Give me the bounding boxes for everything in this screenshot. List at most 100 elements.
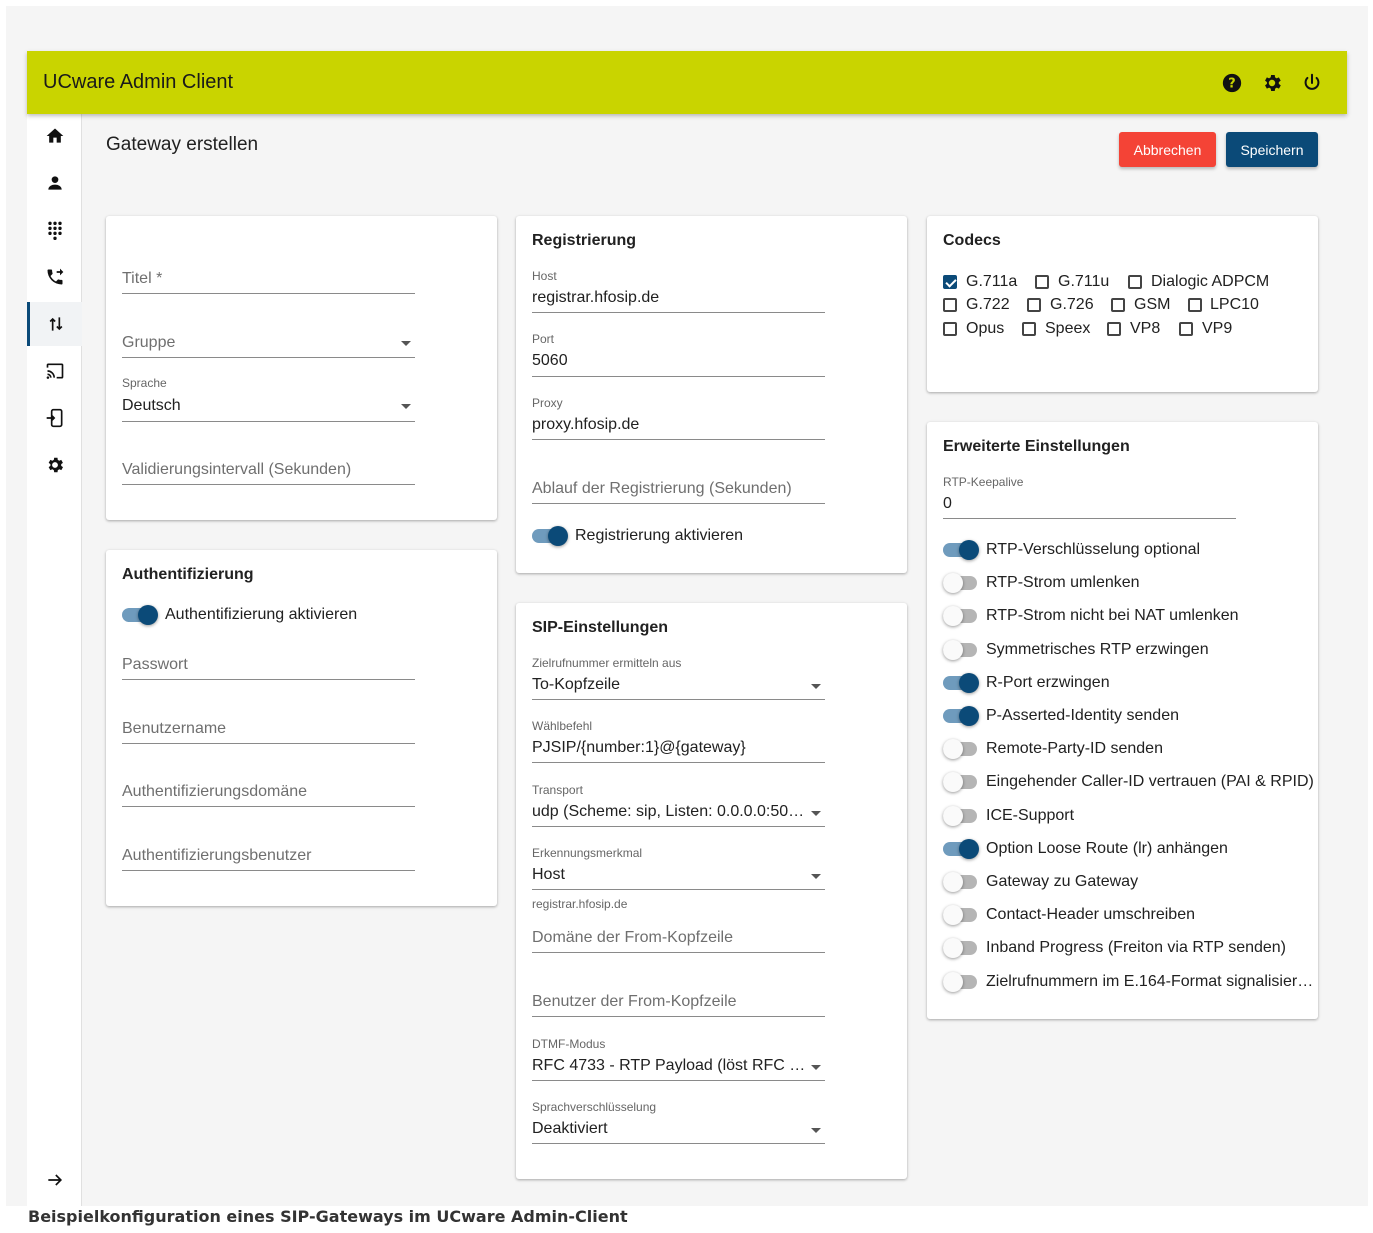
- codec-checkbox[interactable]: [943, 298, 957, 312]
- swap-arrows-icon: [49, 317, 63, 331]
- nav-expand-button[interactable]: [27, 1158, 82, 1202]
- advanced-toggle[interactable]: [943, 838, 979, 859]
- chevron-down-icon: [811, 1065, 821, 1070]
- advanced-toggle-label: Gateway zu Gateway: [986, 873, 1139, 890]
- target-number-select[interactable]: Zielrufnummer ermitteln aus To-Kopfzeile: [532, 656, 825, 700]
- nav-item-phone-forward[interactable]: [27, 255, 82, 299]
- registration-expiry-placeholder: Ablauf der Registrierung (Sekunden): [532, 480, 792, 497]
- codec-label: G.722: [966, 296, 1010, 313]
- codec-checkbox[interactable]: [943, 275, 957, 289]
- codec-checkbox[interactable]: [1179, 322, 1193, 336]
- port-input[interactable]: Port 5060: [532, 332, 825, 377]
- identification-hint: registrar.hfosip.de: [532, 897, 628, 911]
- registration-expiry-input[interactable]: Ablauf der Registrierung (Sekunden): [532, 475, 825, 504]
- device-login-icon: [46, 408, 63, 428]
- codec-checkbox[interactable]: [1027, 298, 1041, 312]
- username-input[interactable]: Benutzername: [122, 715, 415, 744]
- advanced-toggle-label: ICE-Support: [986, 806, 1075, 824]
- app-title: UCware Admin Client: [43, 71, 234, 93]
- save-button[interactable]: Speichern: [1226, 132, 1318, 167]
- advanced-toggle[interactable]: [943, 540, 979, 560]
- identification-select[interactable]: Erkennungsmerkmal Host: [532, 846, 825, 890]
- codec-label: G.711u: [1058, 273, 1110, 290]
- figure-caption: Beispielkonfiguration eines SIP-Gateways…: [28, 1207, 628, 1226]
- nav-item-settings[interactable]: [27, 443, 82, 487]
- from-domain-placeholder: Domäne der From-Kopfzeile: [532, 929, 733, 946]
- codecs-heading: Codecs: [943, 232, 1001, 249]
- language-value: Deutsch: [122, 397, 181, 414]
- codec-checkbox[interactable]: [943, 322, 957, 336]
- dial-command-input[interactable]: Wählbefehl PJSIP/{number:1}@{gateway}: [532, 719, 825, 763]
- advanced-toggle-label: RTP-Verschlüsselung optional: [986, 541, 1201, 558]
- dtmf-mode-select[interactable]: DTMF-Modus RFC 4733 - RTP Payload (löst …: [532, 1037, 825, 1081]
- nav-item-home[interactable]: [27, 114, 82, 158]
- rtp-keepalive-input[interactable]: RTP-Keepalive 0: [943, 475, 1236, 519]
- auth-user-input[interactable]: Authentifizierungsbenutzer: [122, 842, 415, 871]
- target-number-label: Zielrufnummer ermitteln aus: [532, 656, 682, 670]
- codec-checkbox[interactable]: [1188, 298, 1202, 312]
- auth-toggle-label: Authentifizierung aktivieren: [165, 606, 358, 623]
- identification-label: Erkennungsmerkmal: [532, 846, 643, 860]
- gear-icon[interactable]: [1261, 72, 1283, 94]
- dialpad-icon: [47, 221, 62, 240]
- advanced-toggle[interactable]: [943, 573, 979, 594]
- validation-interval-input[interactable]: Validierungsintervall (Sekunden): [122, 457, 415, 485]
- advanced-toggle[interactable]: [943, 772, 979, 793]
- codec-label: Dialogic ADPCM: [1151, 273, 1270, 290]
- password-input[interactable]: Passwort: [122, 651, 415, 680]
- codec-checkbox[interactable]: [1035, 275, 1049, 289]
- advanced-toggle[interactable]: [943, 739, 979, 760]
- title-input[interactable]: Titel *: [122, 266, 415, 294]
- advanced-toggle-label: Eingehender Caller-ID vertrauen (PAI & R…: [986, 773, 1314, 791]
- codec-checkbox[interactable]: [1111, 298, 1125, 312]
- codec-label: VP8: [1130, 320, 1161, 337]
- help-icon[interactable]: ?: [1221, 72, 1243, 94]
- language-select[interactable]: Sprache Deutsch: [122, 376, 415, 422]
- host-value: registrar.hfosip.de: [532, 289, 660, 306]
- registration-toggle[interactable]: [532, 526, 568, 546]
- advanced-toggle[interactable]: [943, 672, 979, 693]
- from-user-input[interactable]: Benutzer der From-Kopfzeile: [532, 988, 825, 1017]
- auth-domain-placeholder: Authentifizierungsdomäne: [122, 783, 308, 800]
- advanced-toggle[interactable]: [943, 905, 979, 926]
- power-icon[interactable]: [1301, 72, 1323, 94]
- nav-item-cast[interactable]: [27, 349, 82, 393]
- advanced-toggle[interactable]: [943, 938, 979, 959]
- advanced-toggle[interactable]: [943, 639, 979, 660]
- codec-label: Opus: [966, 320, 1005, 337]
- auth-domain-input[interactable]: Authentifizierungsdomäne: [122, 778, 415, 807]
- advanced-toggle[interactable]: [943, 971, 979, 992]
- nav-item-gateways[interactable]: [27, 302, 82, 346]
- nav-item-dialpad[interactable]: [27, 208, 82, 252]
- svg-text:?: ?: [1228, 76, 1235, 91]
- auth-card: Authentifizierung Authentifizierung akti…: [106, 550, 497, 906]
- codec-checkbox[interactable]: [1107, 322, 1121, 336]
- transport-select[interactable]: Transport udp (Scheme: sip, Listen: 0.0.…: [532, 783, 825, 827]
- advanced-toggle-label: Contact-Header umschreiben: [986, 906, 1195, 924]
- dial-command-label: Wählbefehl: [532, 719, 593, 733]
- advanced-toggle-label: Remote-Party-ID senden: [986, 740, 1163, 758]
- dtmf-mode-label: DTMF-Modus: [532, 1037, 606, 1051]
- home-icon: [46, 128, 63, 143]
- advanced-settings-card: Erweiterte Einstellungen RTP-Keepalive 0…: [927, 422, 1318, 1019]
- dial-command-value: PJSIP/{number:1}@{gateway}: [532, 739, 746, 756]
- auth-toggle[interactable]: [122, 605, 158, 625]
- arrow-right-icon: [47, 1174, 62, 1186]
- nav-item-users[interactable]: [27, 161, 82, 205]
- advanced-toggle[interactable]: [943, 805, 979, 826]
- proxy-input[interactable]: Proxy proxy.hfosip.de: [532, 396, 825, 440]
- cancel-button[interactable]: Abbrechen: [1119, 132, 1216, 167]
- codec-checkbox[interactable]: [1128, 275, 1142, 289]
- host-input[interactable]: Host registrar.hfosip.de: [532, 269, 825, 313]
- nav-item-provisioning[interactable]: [27, 396, 82, 440]
- codec-checkbox[interactable]: [1022, 322, 1036, 336]
- advanced-toggle[interactable]: [943, 706, 979, 726]
- port-label: Port: [532, 332, 555, 346]
- from-domain-input[interactable]: Domäne der From-Kopfzeile: [532, 924, 825, 953]
- voice-encryption-select[interactable]: Sprachverschlüsselung Deaktiviert: [532, 1100, 825, 1144]
- advanced-toggle[interactable]: [943, 606, 979, 627]
- advanced-toggle-label: P-Asserted-Identity senden: [986, 707, 1179, 724]
- group-select[interactable]: Gruppe: [122, 330, 415, 358]
- advanced-toggle[interactable]: [943, 872, 979, 892]
- port-value: 5060: [532, 352, 568, 369]
